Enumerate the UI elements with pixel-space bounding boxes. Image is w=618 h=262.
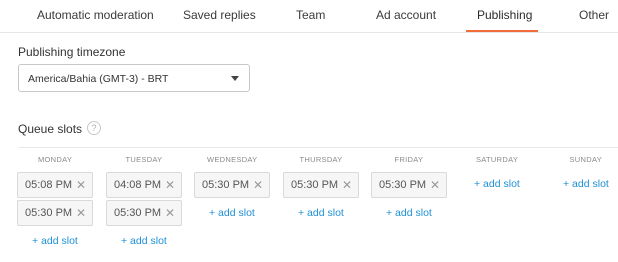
slot-time: 05:30 PM: [114, 207, 162, 219]
tab-automatic-moderation[interactable]: Automatic moderation: [37, 8, 154, 22]
queue-slot-tuesday[interactable]: 04:08 PM ✕: [106, 172, 182, 198]
queue-slot-tuesday[interactable]: 05:30 PM ✕: [106, 200, 182, 226]
tab-bar: Automatic moderation Saved replies Team …: [0, 0, 618, 33]
queue-slot-wednesday[interactable]: 05:30 PM ✕: [194, 172, 270, 198]
remove-slot-icon[interactable]: ✕: [165, 178, 175, 192]
slot-time: 05:30 PM: [379, 179, 427, 191]
timezone-value: America/Bahia (GMT-3) - BRT: [28, 73, 169, 85]
day-header-tuesday: TUESDAY: [125, 155, 163, 164]
tab-ad-account[interactable]: Ad account: [376, 8, 436, 22]
day-header-divider: [18, 147, 618, 148]
day-header-saturday: SATURDAY: [476, 155, 519, 164]
slot-time: 04:08 PM: [114, 179, 162, 191]
add-slot-link-saturday[interactable]: + add slot: [474, 178, 520, 190]
queue-slot-thursday[interactable]: 05:30 PM ✕: [283, 172, 359, 198]
add-slot-link-sunday[interactable]: + add slot: [563, 178, 609, 190]
slot-time: 05:08 PM: [25, 179, 73, 191]
active-tab-indicator: [466, 30, 538, 32]
add-slot-link-thursday[interactable]: + add slot: [298, 207, 344, 219]
timezone-label: Publishing timezone: [18, 45, 126, 59]
slot-time: 05:30 PM: [202, 179, 250, 191]
queue-slot-monday[interactable]: 05:30 PM ✕: [17, 200, 93, 226]
day-header-monday: MONDAY: [38, 155, 73, 164]
tab-saved-replies[interactable]: Saved replies: [183, 8, 256, 22]
queue-slots-title: Queue slots: [18, 122, 83, 136]
remove-slot-icon[interactable]: ✕: [430, 178, 440, 192]
remove-slot-icon[interactable]: ✕: [76, 178, 86, 192]
tab-team[interactable]: Team: [296, 8, 325, 22]
add-slot-link-friday[interactable]: + add slot: [386, 207, 432, 219]
day-header-friday: FRIDAY: [394, 155, 424, 164]
add-slot-link-monday[interactable]: + add slot: [32, 235, 78, 247]
add-slot-link-tuesday[interactable]: + add slot: [121, 235, 167, 247]
caret-down-icon: [231, 76, 239, 81]
remove-slot-icon[interactable]: ✕: [253, 178, 263, 192]
queue-slot-monday[interactable]: 05:08 PM ✕: [17, 172, 93, 198]
queue-slot-friday[interactable]: 05:30 PM ✕: [371, 172, 447, 198]
remove-slot-icon[interactable]: ✕: [342, 178, 352, 192]
slot-time: 05:30 PM: [291, 179, 339, 191]
day-header-thursday: THURSDAY: [299, 155, 343, 164]
remove-slot-icon[interactable]: ✕: [165, 206, 175, 220]
slot-time: 05:30 PM: [25, 207, 73, 219]
tab-publishing[interactable]: Publishing: [477, 8, 532, 22]
help-icon[interactable]: ?: [87, 121, 101, 135]
day-header-sunday: SUNDAY: [569, 155, 602, 164]
add-slot-link-wednesday[interactable]: + add slot: [209, 207, 255, 219]
timezone-select[interactable]: America/Bahia (GMT-3) - BRT: [18, 64, 250, 92]
tab-other[interactable]: Other: [579, 8, 609, 22]
remove-slot-icon[interactable]: ✕: [76, 206, 86, 220]
day-header-wednesday: WEDNESDAY: [207, 155, 258, 164]
